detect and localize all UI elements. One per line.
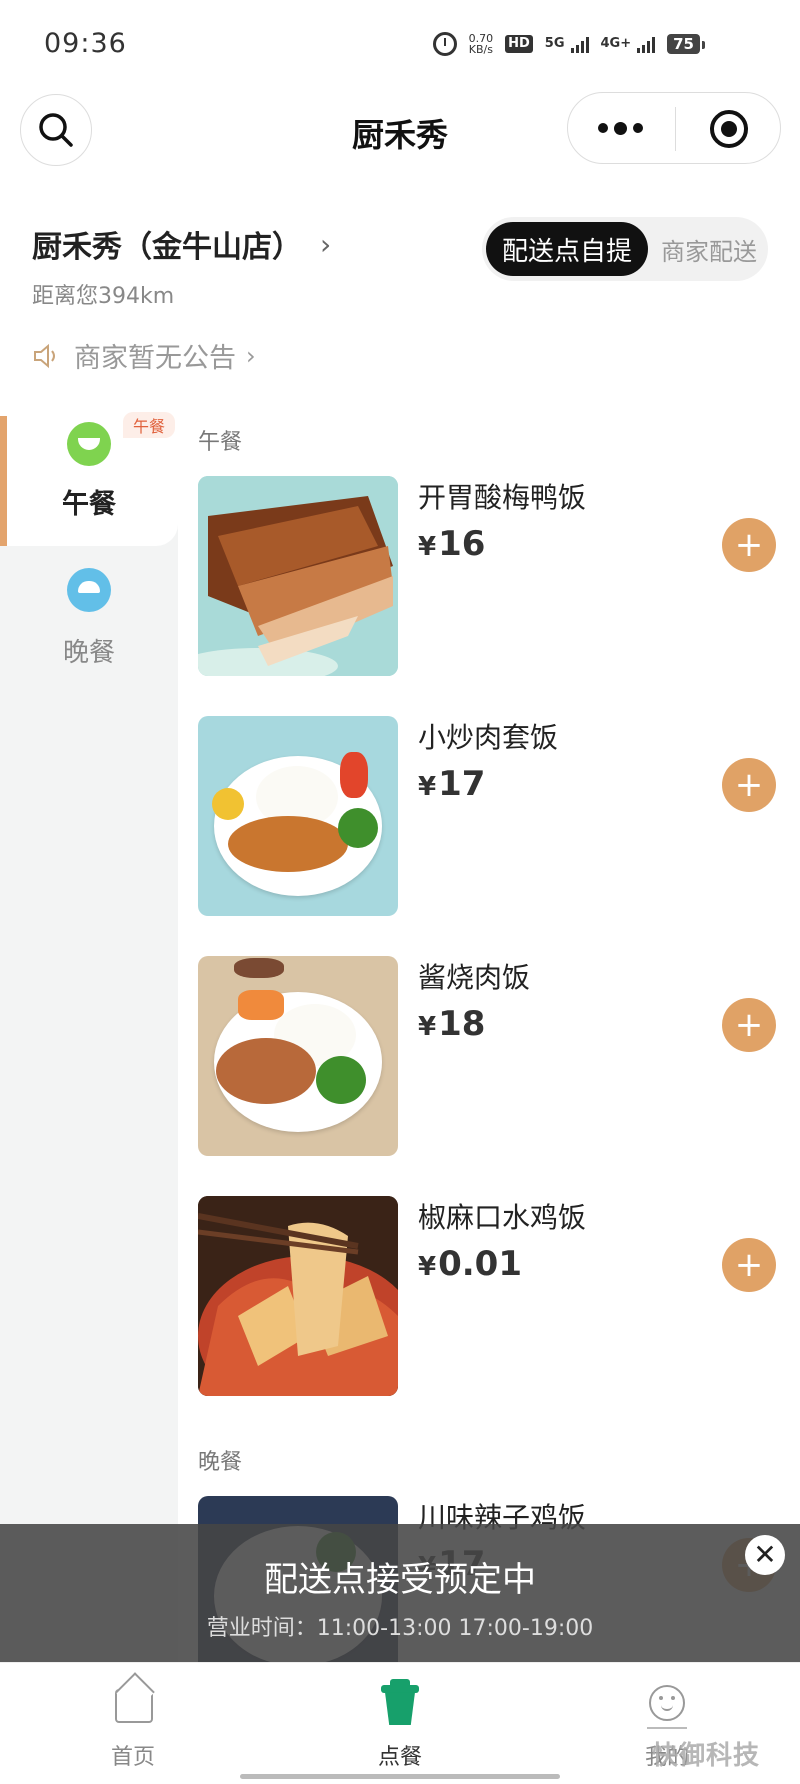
store-name[interactable]: 厨禾秀（金牛山店） bbox=[32, 222, 302, 266]
mini-program-capsule bbox=[567, 92, 781, 164]
tab-label: 点餐 bbox=[377, 1745, 422, 1770]
category-badge: 午餐 bbox=[123, 412, 176, 438]
network-5g-label: 5G bbox=[544, 36, 565, 51]
price-value: 0.01 bbox=[438, 1244, 522, 1284]
section-title: 午餐 bbox=[198, 430, 243, 455]
status-time: 09:36 bbox=[44, 28, 127, 59]
currency-symbol: ¥ bbox=[418, 1252, 437, 1282]
status-icons: 0.70 KB/s HD 5G 4G+ 75 bbox=[432, 32, 705, 56]
dish-name: 椒麻口水鸡饭 bbox=[418, 1201, 587, 1234]
network-speed-unit: KB/s bbox=[468, 43, 493, 56]
section-title: 晚餐 bbox=[198, 1450, 243, 1475]
dish-price: ¥16 bbox=[418, 524, 485, 564]
close-icon[interactable]: ✕ bbox=[745, 1535, 785, 1575]
dish-price: ¥17 bbox=[418, 764, 485, 804]
alarm-icon bbox=[432, 32, 457, 56]
bowl-icon bbox=[67, 422, 111, 466]
speaker-icon bbox=[34, 343, 55, 368]
store-distance: 距离您394km bbox=[32, 284, 175, 309]
dish-image bbox=[198, 956, 398, 1156]
signal-5g-icon bbox=[570, 35, 589, 53]
category-label: 晚餐 bbox=[62, 638, 115, 668]
cup-icon-lid bbox=[381, 1685, 419, 1693]
merchant-delivery-option[interactable]: 商家配送 bbox=[654, 222, 764, 276]
business-hours: 营业时间：11:00-13:00 17:00-19:00 bbox=[206, 1616, 594, 1641]
watermark: 快御科技 bbox=[652, 1741, 761, 1771]
preorder-banner: 配送点接受预定中 营业时间：11:00-13:00 17:00-19:00 ✕ bbox=[0, 1524, 800, 1662]
dish-price: ¥0.01 bbox=[418, 1244, 522, 1284]
dish-name: 小炒肉套饭 bbox=[418, 721, 559, 754]
menu-item[interactable]: 开胃酸梅鸭饭 ¥16 + bbox=[198, 476, 788, 678]
dish-image bbox=[198, 716, 398, 916]
dish-name: 开胃酸梅鸭饭 bbox=[418, 481, 587, 514]
dish-image bbox=[198, 1196, 398, 1396]
category-lunch[interactable]: 午餐 午餐 bbox=[0, 412, 178, 546]
add-to-cart-button[interactable]: + bbox=[722, 758, 776, 812]
add-to-cart-button[interactable]: + bbox=[722, 518, 776, 572]
chevron-right-icon: › bbox=[246, 341, 256, 370]
price-value: 18 bbox=[438, 1004, 486, 1044]
dish-name: 酱烧肉饭 bbox=[418, 961, 531, 994]
chevron-right-icon[interactable]: › bbox=[320, 228, 331, 261]
icon-underline bbox=[647, 1727, 687, 1729]
home-indicator bbox=[240, 1774, 560, 1779]
cloche-icon bbox=[67, 568, 111, 612]
signal-4g-icon bbox=[637, 35, 656, 53]
add-to-cart-button[interactable]: + bbox=[722, 998, 776, 1052]
price-value: 17 bbox=[438, 764, 486, 804]
tab-home[interactable]: 首页 bbox=[63, 1663, 203, 1773]
tab-order[interactable]: 点餐 bbox=[330, 1663, 470, 1773]
menu-item[interactable]: 酱烧肉饭 ¥18 + bbox=[198, 956, 788, 1158]
duck-image bbox=[198, 476, 398, 676]
currency-symbol: ¥ bbox=[418, 772, 437, 802]
network-4g-label: 4G+ bbox=[600, 36, 632, 51]
category-label: 午餐 bbox=[62, 489, 116, 520]
announcement-bar[interactable]: 商家暂无公告 › bbox=[32, 336, 256, 375]
nav-bar: 厨禾秀 bbox=[0, 92, 800, 168]
network-speed: 0.70 KB/s bbox=[469, 33, 494, 55]
announcement-text: 商家暂无公告 bbox=[74, 343, 236, 374]
currency-symbol: ¥ bbox=[418, 1012, 437, 1042]
category-dinner[interactable]: 晚餐 bbox=[0, 546, 178, 676]
banner-title: 配送点接受预定中 bbox=[264, 1560, 536, 1600]
capsule-divider bbox=[675, 107, 676, 151]
battery-icon: 75 bbox=[667, 34, 705, 54]
add-to-cart-button[interactable]: + bbox=[722, 1238, 776, 1292]
currency-symbol: ¥ bbox=[418, 532, 437, 562]
menu-item[interactable]: 小炒肉套饭 ¥17 + bbox=[198, 716, 788, 918]
tab-label: 首页 bbox=[110, 1745, 155, 1770]
pickup-option[interactable]: 配送点自提 bbox=[486, 222, 648, 276]
active-category-indicator bbox=[0, 416, 7, 546]
status-bar: 09:36 0.70 KB/s HD 5G 4G+ 75 bbox=[0, 0, 800, 92]
dish-image bbox=[198, 476, 398, 676]
smile-icon bbox=[649, 1685, 685, 1721]
delivery-mode-toggle: 配送点自提 商家配送 bbox=[482, 217, 768, 281]
price-value: 16 bbox=[438, 524, 486, 564]
dish-price: ¥18 bbox=[418, 1004, 485, 1044]
more-menu-icon[interactable] bbox=[598, 122, 643, 135]
hd-voice-icon: HD bbox=[505, 35, 533, 53]
home-icon bbox=[115, 1689, 153, 1723]
category-sidebar: 午餐 午餐 晚餐 bbox=[0, 412, 178, 1662]
chicken-image bbox=[198, 1196, 398, 1396]
close-mini-program-icon[interactable] bbox=[710, 110, 748, 148]
menu-item[interactable]: 椒麻口水鸡饭 ¥0.01 + bbox=[198, 1196, 788, 1398]
